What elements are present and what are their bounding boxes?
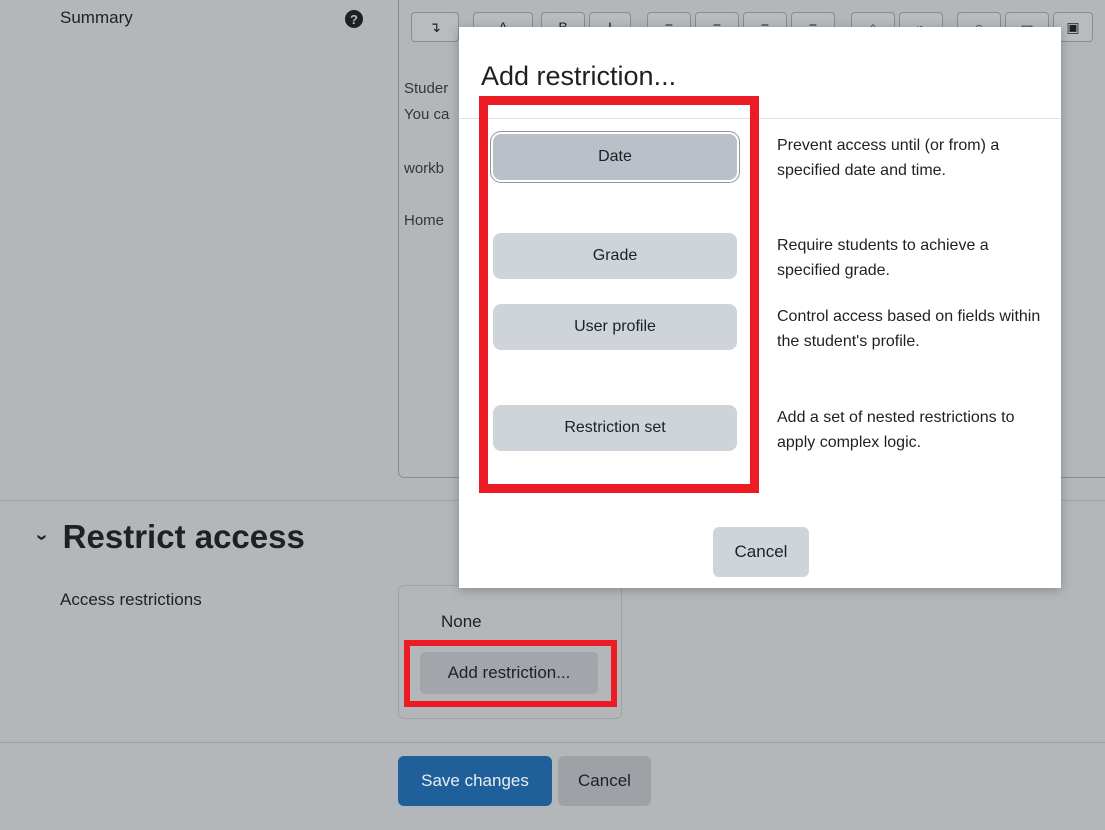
footer-divider: [0, 742, 1105, 743]
restrict-access-header[interactable]: › Restrict access: [31, 518, 305, 556]
summary-label: Summary: [60, 8, 133, 27]
editor-text-line: You ca: [404, 106, 450, 123]
editor-text-line: workb: [404, 160, 445, 177]
save-changes-button[interactable]: Save changes: [398, 756, 552, 806]
dialog-title: Add restriction...: [481, 61, 677, 91]
highlight-box-add-restriction: [404, 640, 617, 707]
editor-text-line: Home: [404, 212, 445, 229]
section-title: Restrict access: [62, 518, 305, 555]
restriction-set-option-description: Add a set of nested restrictions to appl…: [777, 409, 1015, 451]
highlight-box-options: [479, 96, 759, 493]
editor-text-line: Studer: [404, 80, 449, 97]
chevron-down-icon: ›: [30, 533, 53, 541]
dialog-cancel-button[interactable]: Cancel: [713, 527, 809, 577]
user-profile-option-description: Control access based on fields within th…: [777, 308, 1041, 350]
date-option-description: Prevent access until (or from) a specifi…: [777, 137, 1000, 179]
cancel-button[interactable]: Cancel: [558, 756, 651, 806]
paragraph-icon[interactable]: ↴: [411, 12, 459, 42]
help-icon[interactable]: ?: [345, 10, 363, 28]
none-text: None: [441, 612, 482, 631]
access-restrictions-label: Access restrictions: [60, 590, 202, 609]
grade-option-description: Require students to achieve a specified …: [777, 237, 989, 279]
